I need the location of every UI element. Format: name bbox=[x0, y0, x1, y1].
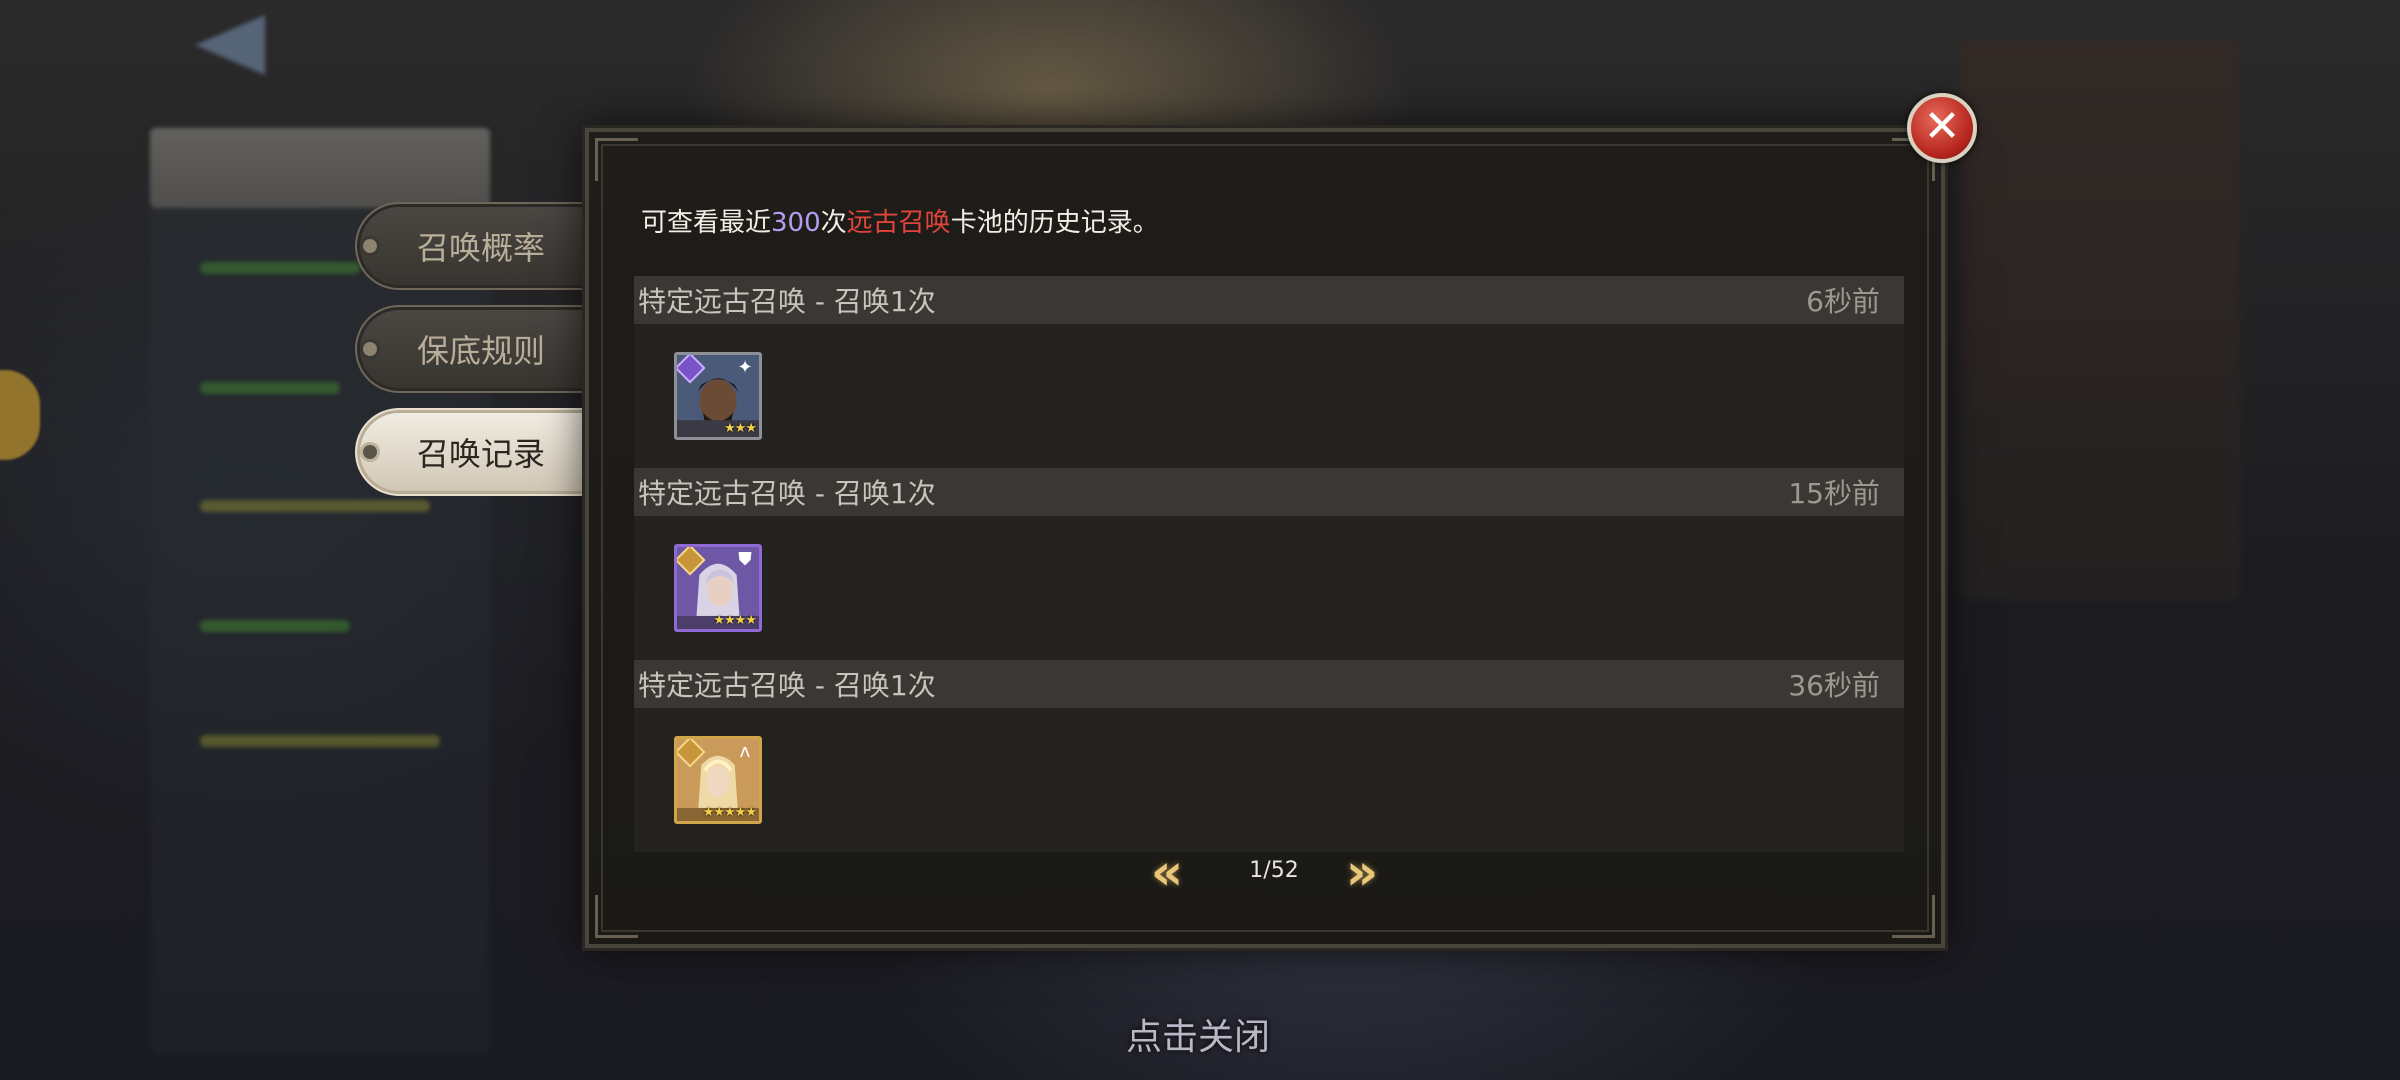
corner-ornament bbox=[595, 138, 638, 181]
record-body: ᴧ ★★★★★ bbox=[634, 708, 1904, 852]
record-title: 特定远古召唤 - 召唤1次 bbox=[638, 477, 936, 510]
tab-label: 保底规则 bbox=[416, 332, 545, 370]
record-header: 特定远古召唤 - 召唤1次 36秒前 bbox=[634, 660, 1904, 708]
background-back-arrow bbox=[195, 15, 265, 75]
record-body: ✦ ★★★ bbox=[634, 324, 1904, 468]
background-side-button bbox=[0, 370, 40, 460]
record-header: 特定远古召唤 - 召唤1次 15秒前 bbox=[634, 468, 1904, 516]
record-body: ⛊ ★★★★ bbox=[634, 516, 1904, 660]
tab-knob-icon bbox=[363, 342, 377, 356]
tab-label: 召唤记录 bbox=[416, 435, 545, 473]
tab-knob-icon bbox=[363, 239, 377, 253]
background-title-tab bbox=[150, 128, 490, 208]
list-item: 特定远古召唤 - 召唤1次 6秒前 ✦ ★★★ bbox=[634, 276, 1904, 468]
tab-summon-history[interactable]: 召唤记录 bbox=[355, 408, 585, 496]
page-indicator: 1/52 bbox=[1249, 858, 1299, 883]
hero-card[interactable]: ⛊ ★★★★ bbox=[674, 544, 762, 632]
star-rating: ★★★★ bbox=[713, 613, 757, 628]
background-decor bbox=[200, 735, 440, 747]
tab-summon-probability[interactable]: 召唤概率 bbox=[355, 202, 585, 290]
background-decor bbox=[200, 262, 360, 274]
list-item: 特定远古召唤 - 召唤1次 36秒前 ᴧ ★★★★★ bbox=[634, 660, 1904, 852]
record-time: 6秒前 bbox=[1806, 285, 1880, 318]
tab-label: 召唤概率 bbox=[416, 229, 545, 267]
hero-card[interactable]: ✦ ★★★ bbox=[674, 352, 762, 440]
record-list[interactable]: 特定远古召唤 - 召唤1次 6秒前 ✦ ★★★ 特定远古召唤 - 召唤1次 15… bbox=[634, 276, 1904, 852]
background-decor bbox=[200, 620, 350, 632]
intro-prefix: 可查看最近 bbox=[641, 208, 772, 238]
star-rating: ★★★ bbox=[724, 421, 757, 436]
intro-count: 300 bbox=[771, 208, 821, 238]
tap-to-close-hint[interactable]: 点击关闭 bbox=[1126, 1008, 1270, 1060]
star-rating: ★★★★★ bbox=[702, 805, 757, 820]
list-item: 特定远古召唤 - 召唤1次 15秒前 ⛊ ★★★★ bbox=[634, 468, 1904, 660]
record-title: 特定远古召唤 - 召唤1次 bbox=[638, 669, 936, 702]
record-title: 特定远古召唤 - 召唤1次 bbox=[638, 285, 936, 318]
intro-middle: 次 bbox=[820, 208, 847, 238]
history-description: 可查看最近300次远古召唤卡池的历史记录。 bbox=[641, 202, 1159, 239]
intro-suffix: 卡池的历史记录。 bbox=[950, 208, 1159, 238]
next-page-button[interactable]: » bbox=[1334, 847, 1390, 898]
background-decor bbox=[200, 500, 430, 512]
background-decor bbox=[200, 382, 340, 394]
record-header: 特定远古召唤 - 召唤1次 6秒前 bbox=[634, 276, 1904, 324]
summon-history-panel: 可查看最近300次远古召唤卡池的历史记录。 特定远古召唤 - 召唤1次 6秒前 bbox=[585, 128, 1945, 948]
close-button[interactable]: ✕ bbox=[1907, 93, 1977, 163]
wand-icon: ✦ bbox=[737, 357, 753, 378]
shield-icon: ⛊ bbox=[738, 549, 752, 570]
praying-hands-icon: ᴧ bbox=[739, 741, 751, 762]
background-right-panel bbox=[1960, 40, 2240, 600]
previous-page-button[interactable]: « bbox=[1139, 847, 1195, 898]
tab-pity-rules[interactable]: 保底规则 bbox=[355, 305, 585, 393]
close-icon: ✕ bbox=[1923, 101, 1961, 152]
pagination: « 1/52 » bbox=[589, 844, 1941, 904]
tab-knob-icon bbox=[363, 445, 377, 459]
intro-pool-name: 远古召唤 bbox=[846, 208, 951, 238]
record-time: 36秒前 bbox=[1788, 669, 1880, 702]
record-time: 15秒前 bbox=[1788, 477, 1880, 510]
hero-card[interactable]: ᴧ ★★★★★ bbox=[674, 736, 762, 824]
